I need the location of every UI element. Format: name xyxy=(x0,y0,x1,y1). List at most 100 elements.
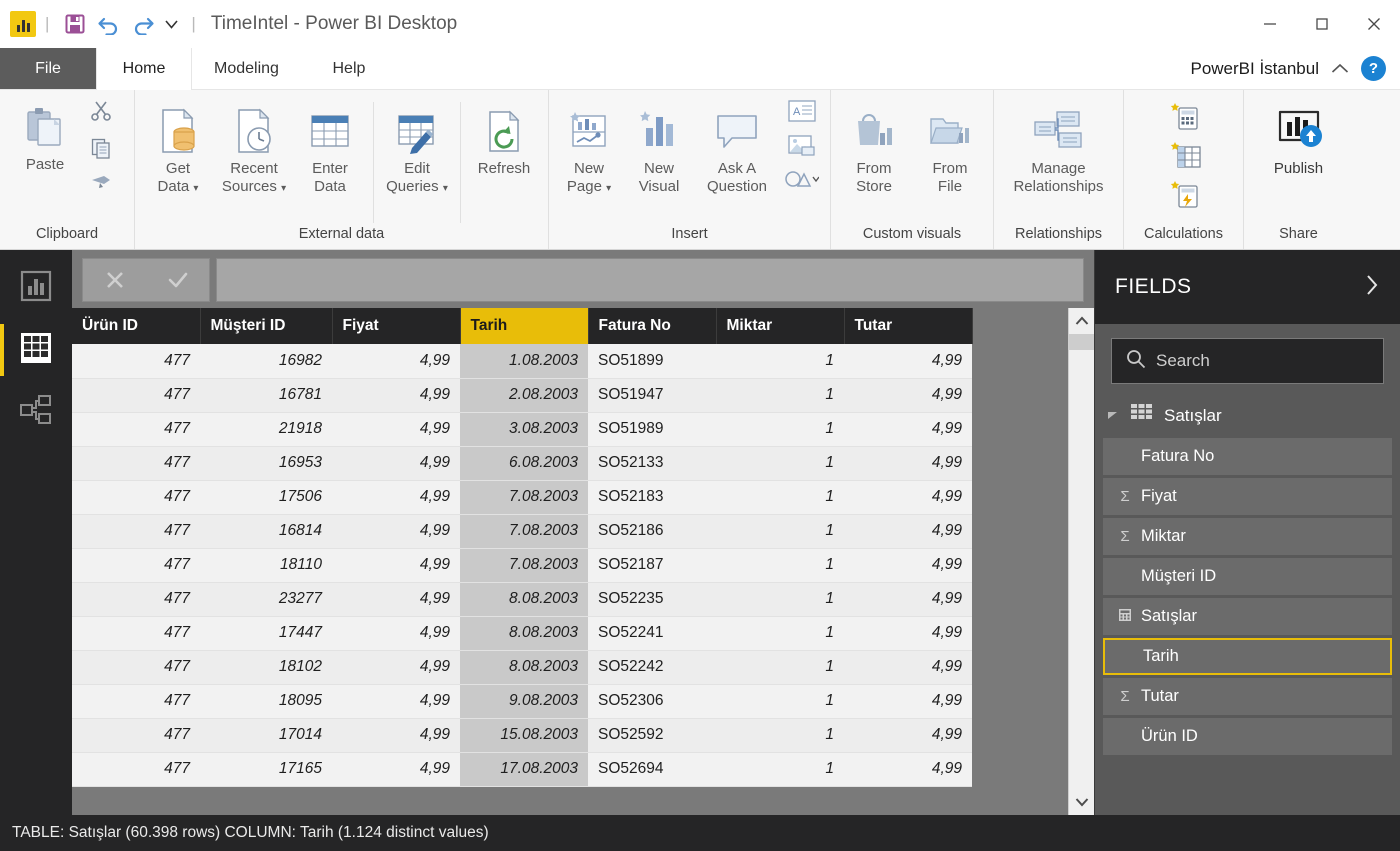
cell-1-5[interactable]: 16814 xyxy=(200,514,332,549)
sidebar-item-report-view[interactable] xyxy=(14,266,58,310)
recent-sources-button[interactable]: Recent Sources ▾ xyxy=(217,98,291,198)
new-visual-button[interactable]: New Visual xyxy=(625,98,693,196)
cell-5-3[interactable]: 1 xyxy=(716,446,844,481)
formula-input[interactable] xyxy=(216,258,1084,302)
redo-icon[interactable] xyxy=(126,7,160,41)
triangle-collapse-icon[interactable] xyxy=(1107,406,1119,426)
table-row[interactable]: 477 21918 4,99 3.08.2003 SO51989 1 4,99 xyxy=(72,412,972,447)
cell-3-1[interactable]: 2.08.2003 xyxy=(460,378,588,413)
table-row[interactable]: 477 16982 4,99 1.08.2003 SO51899 1 4,99 xyxy=(72,344,972,379)
cell-1-1[interactable]: 16781 xyxy=(200,378,332,413)
cell-3-12[interactable]: 17.08.2003 xyxy=(460,752,588,787)
tab-help[interactable]: Help xyxy=(301,48,397,89)
cell-4-6[interactable]: SO52187 xyxy=(588,548,716,583)
accept-formula-button[interactable] xyxy=(149,259,207,301)
cell-6-7[interactable]: 4,99 xyxy=(844,582,972,617)
cell-5-11[interactable]: 1 xyxy=(716,718,844,753)
cell-1-4[interactable]: 17506 xyxy=(200,480,332,515)
field-item-müşteri-id[interactable]: Müşteri ID xyxy=(1103,558,1392,595)
cell-4-12[interactable]: SO52694 xyxy=(588,752,716,787)
cell-4-3[interactable]: SO52133 xyxy=(588,446,716,481)
cell-1-6[interactable]: 18110 xyxy=(200,548,332,583)
cell-5-2[interactable]: 1 xyxy=(716,412,844,447)
cell-3-11[interactable]: 15.08.2003 xyxy=(460,718,588,753)
cell-6-9[interactable]: 4,99 xyxy=(844,650,972,685)
cell-6-2[interactable]: 4,99 xyxy=(844,412,972,447)
cell-0-4[interactable]: 477 xyxy=(72,480,200,515)
cell-2-4[interactable]: 4,99 xyxy=(332,480,460,515)
cell-4-2[interactable]: SO51989 xyxy=(588,412,716,447)
paste-button[interactable]: Paste xyxy=(6,94,84,174)
table-row[interactable]: 477 16953 4,99 6.08.2003 SO52133 1 4,99 xyxy=(72,446,972,481)
cell-6-5[interactable]: 4,99 xyxy=(844,514,972,549)
cell-1-9[interactable]: 18102 xyxy=(200,650,332,685)
cell-0-10[interactable]: 477 xyxy=(72,684,200,719)
field-item-fatura-no[interactable]: Fatura No xyxy=(1103,438,1392,475)
cell-0-0[interactable]: 477 xyxy=(72,344,200,379)
minimize-button[interactable] xyxy=(1244,0,1296,48)
from-store-button[interactable]: From Store xyxy=(837,98,911,196)
cell-2-0[interactable]: 4,99 xyxy=(332,344,460,379)
column-header-musteri-id[interactable]: Müşteri ID xyxy=(200,308,333,344)
cell-1-11[interactable]: 17014 xyxy=(200,718,332,753)
cell-5-10[interactable]: 1 xyxy=(716,684,844,719)
table-row[interactable]: 477 17165 4,99 17.08.2003 SO52694 1 4,99 xyxy=(72,752,972,787)
cell-3-8[interactable]: 8.08.2003 xyxy=(460,616,588,651)
cell-6-3[interactable]: 4,99 xyxy=(844,446,972,481)
chevron-down-icon[interactable]: ▾ xyxy=(281,183,286,194)
cell-2-6[interactable]: 4,99 xyxy=(332,548,460,583)
table-row[interactable]: 477 16814 4,99 7.08.2003 SO52186 1 4,99 xyxy=(72,514,972,549)
edit-queries-button[interactable]: Edit Queries ▾ xyxy=(380,98,454,198)
cell-6-12[interactable]: 4,99 xyxy=(844,752,972,787)
cell-3-7[interactable]: 8.08.2003 xyxy=(460,582,588,617)
new-quick-measure-icon[interactable] xyxy=(1169,180,1203,213)
refresh-button[interactable]: Refresh xyxy=(467,98,541,178)
cell-1-12[interactable]: 17165 xyxy=(200,752,332,787)
cell-5-5[interactable]: 1 xyxy=(716,514,844,549)
scrollbar-track[interactable] xyxy=(1069,334,1094,789)
collapse-ribbon-chevron-up-icon[interactable] xyxy=(1331,63,1349,74)
cell-3-4[interactable]: 7.08.2003 xyxy=(460,480,588,515)
table-row[interactable]: 477 17014 4,99 15.08.2003 SO52592 1 4,99 xyxy=(72,718,972,753)
maximize-button[interactable] xyxy=(1296,0,1348,48)
cell-6-1[interactable]: 4,99 xyxy=(844,378,972,413)
field-item-miktar[interactable]: Σ Miktar xyxy=(1103,518,1392,555)
scroll-up-chevron-up-icon[interactable] xyxy=(1069,308,1095,334)
table-row[interactable]: 477 18095 4,99 9.08.2003 SO52306 1 4,99 xyxy=(72,684,972,719)
cell-5-8[interactable]: 1 xyxy=(716,616,844,651)
cell-4-1[interactable]: SO51947 xyxy=(588,378,716,413)
cell-0-9[interactable]: 477 xyxy=(72,650,200,685)
cut-icon[interactable] xyxy=(90,100,112,127)
column-header-urun-id[interactable]: Ürün ID xyxy=(72,308,201,344)
chevron-down-icon[interactable]: ▾ xyxy=(443,183,448,194)
search-input[interactable]: Search xyxy=(1156,351,1210,371)
tab-home[interactable]: Home xyxy=(96,48,192,90)
cell-5-6[interactable]: 1 xyxy=(716,548,844,583)
field-item-fiyat[interactable]: Σ Fiyat xyxy=(1103,478,1392,515)
table-row[interactable]: 477 17506 4,99 7.08.2003 SO52183 1 4,99 xyxy=(72,480,972,515)
scrollbar-thumb[interactable] xyxy=(1069,334,1094,350)
cell-2-3[interactable]: 4,99 xyxy=(332,446,460,481)
field-item-tarih[interactable]: Tarih xyxy=(1103,638,1392,675)
cell-1-0[interactable]: 16982 xyxy=(200,344,332,379)
ask-a-question-button[interactable]: Ask A Question xyxy=(695,98,779,196)
column-header-fiyat[interactable]: Fiyat xyxy=(332,308,461,344)
cell-4-11[interactable]: SO52592 xyxy=(588,718,716,753)
cell-4-0[interactable]: SO51899 xyxy=(588,344,716,379)
from-file-button[interactable]: From File xyxy=(913,98,987,196)
cell-6-0[interactable]: 4,99 xyxy=(844,344,972,379)
sidebar-item-relationships-view[interactable] xyxy=(14,390,58,434)
fields-search-box[interactable]: Search xyxy=(1111,338,1384,384)
cell-0-5[interactable]: 477 xyxy=(72,514,200,549)
cell-3-3[interactable]: 6.08.2003 xyxy=(460,446,588,481)
cell-1-3[interactable]: 16953 xyxy=(200,446,332,481)
cell-0-3[interactable]: 477 xyxy=(72,446,200,481)
save-icon[interactable] xyxy=(58,7,92,41)
image-icon[interactable] xyxy=(788,135,816,162)
new-page-button[interactable]: New Page ▾ xyxy=(555,98,623,198)
field-item-ürün-id[interactable]: Ürün ID xyxy=(1103,718,1392,755)
table-row[interactable]: 477 18110 4,99 7.08.2003 SO52187 1 4,99 xyxy=(72,548,972,583)
chevron-down-icon[interactable]: ▾ xyxy=(193,183,198,194)
cell-5-12[interactable]: 1 xyxy=(716,752,844,787)
sidebar-item-data-view[interactable] xyxy=(0,324,58,376)
